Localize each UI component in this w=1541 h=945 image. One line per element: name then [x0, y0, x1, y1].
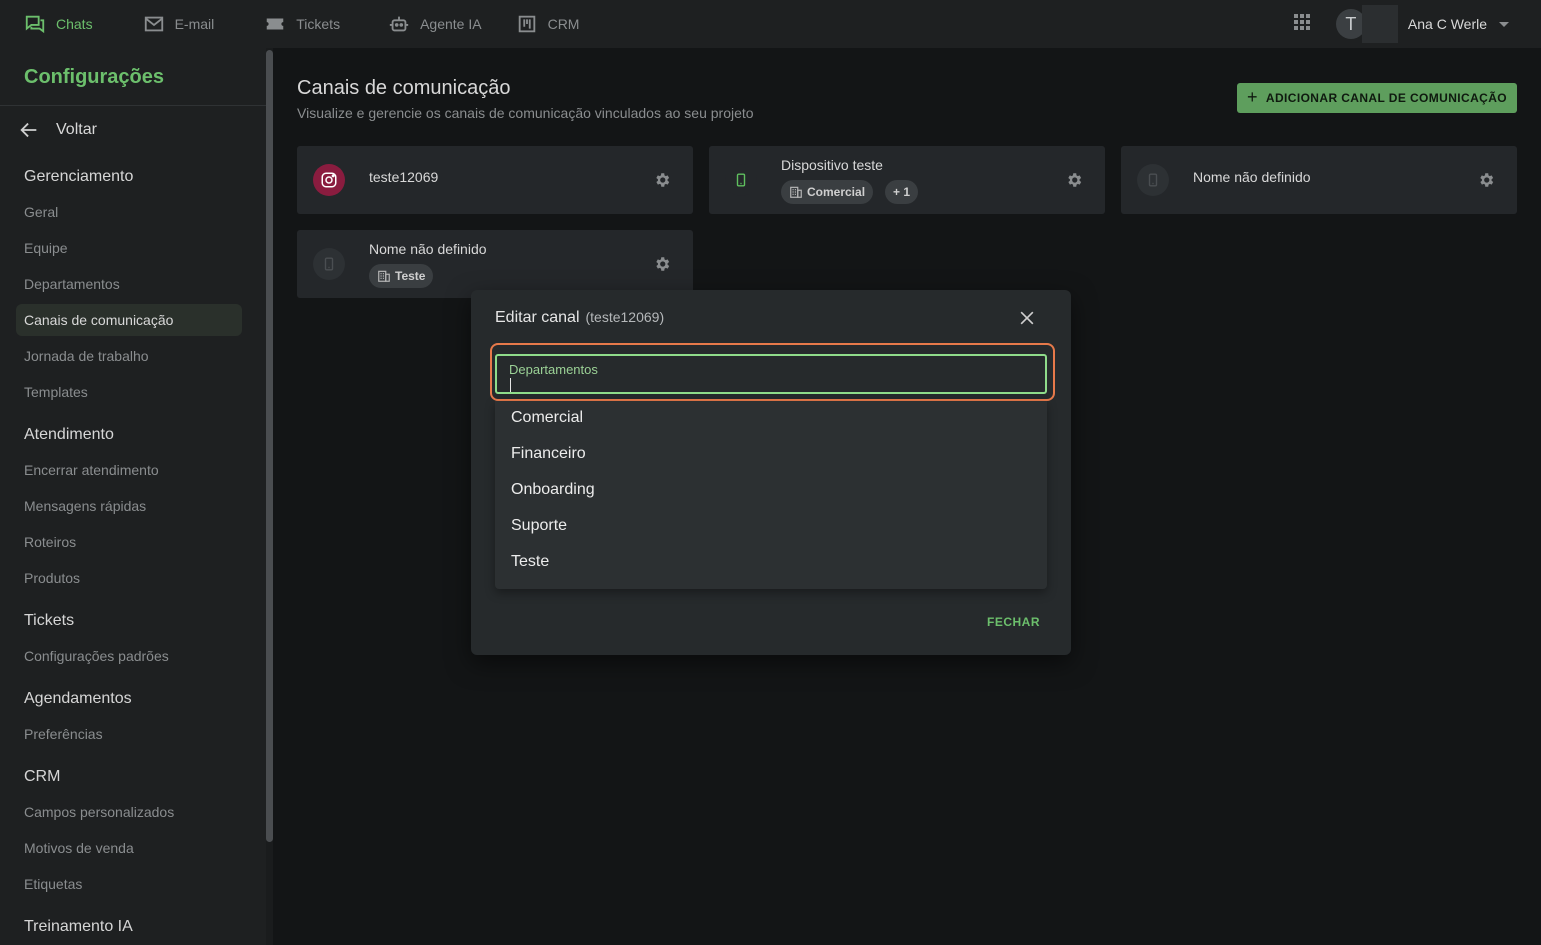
- user-menu[interactable]: T Ana C Werle: [1335, 5, 1509, 43]
- back-button[interactable]: Voltar: [18, 119, 97, 141]
- section-tickets: Tickets: [24, 612, 75, 629]
- channel-card[interactable]: Dispositivo teste Comercial + 1: [709, 146, 1105, 214]
- nav-chats-label: Chats: [56, 16, 93, 32]
- dialog-title-text: Editar canal: [495, 309, 580, 326]
- gear-icon[interactable]: [1477, 171, 1495, 189]
- kanban-icon: [518, 15, 535, 33]
- close-button[interactable]: FECHAR: [987, 615, 1040, 629]
- sidebar-item-templates[interactable]: Templates: [24, 384, 88, 400]
- more-chip[interactable]: + 1: [885, 180, 919, 204]
- nav-tickets[interactable]: Tickets: [252, 0, 352, 48]
- sidebar-item-jornada[interactable]: Jornada de trabalho: [24, 348, 149, 364]
- option-comercial[interactable]: Comercial: [511, 409, 583, 427]
- channel-card[interactable]: teste12069: [297, 146, 693, 214]
- dialog-subtitle: (teste12069): [585, 309, 665, 325]
- gear-icon[interactable]: [653, 255, 671, 273]
- phone-icon: [313, 248, 345, 280]
- section-gerenciamento: Gerenciamento: [24, 168, 134, 185]
- section-crm: CRM: [24, 768, 61, 785]
- sidebar-item-campos[interactable]: Campos personalizados: [24, 804, 174, 820]
- nav-crm[interactable]: CRM: [504, 0, 592, 48]
- departamentos-field[interactable]: Departamentos: [495, 354, 1047, 394]
- apps-grid-icon[interactable]: [1292, 12, 1312, 37]
- phone-icon: [1137, 164, 1169, 196]
- section-treinamento-ia: Treinamento IA: [24, 918, 133, 935]
- section-agendamentos: Agendamentos: [24, 690, 132, 707]
- sidebar: Configurações Voltar Gerenciamento Geral…: [0, 48, 266, 945]
- user-name: Ana C Werle: [1407, 16, 1487, 32]
- plus-icon: +: [1246, 86, 1258, 107]
- sidebar-item-etiquetas[interactable]: Etiquetas: [24, 876, 82, 892]
- option-financeiro[interactable]: Financeiro: [511, 445, 586, 463]
- mail-icon: [144, 16, 163, 32]
- sidebar-item-encerrar[interactable]: Encerrar atendimento: [24, 462, 159, 478]
- gear-icon[interactable]: [653, 171, 671, 189]
- channel-name: Dispositivo teste: [781, 157, 883, 173]
- robot-icon: [389, 16, 409, 32]
- chip-label: Teste: [395, 269, 426, 283]
- sidebar-item-departamentos[interactable]: Departamentos: [24, 276, 120, 292]
- sidebar-item-geral[interactable]: Geral: [24, 204, 58, 220]
- divider: [0, 105, 266, 106]
- back-label: Voltar: [56, 121, 97, 138]
- page-subtitle: Visualize e gerencie os canais de comuni…: [297, 105, 754, 121]
- channel-card[interactable]: Nome não definido Teste: [297, 230, 693, 298]
- departamentos-input[interactable]: [511, 374, 1035, 394]
- building-icon: [790, 186, 802, 198]
- close-icon[interactable]: [1017, 308, 1037, 328]
- nav-agente-ia-label: Agente IA: [420, 16, 482, 32]
- add-channel-label: ADICIONAR CANAL DE COMUNICAÇÃO: [1265, 91, 1508, 105]
- channel-name: Nome não definido: [1193, 169, 1311, 185]
- channel-name: Nome não definido: [369, 241, 487, 257]
- gear-icon[interactable]: [1065, 171, 1083, 189]
- sidebar-scrollbar-thumb[interactable]: [266, 50, 273, 842]
- instagram-icon: [313, 164, 345, 196]
- sidebar-item-preferencias[interactable]: Preferências: [24, 726, 103, 742]
- add-channel-button[interactable]: + ADICIONAR CANAL DE COMUNICAÇÃO: [1237, 83, 1517, 113]
- building-icon: [378, 270, 390, 282]
- nav-email[interactable]: E-mail: [131, 0, 227, 48]
- dialog-title: Editar canal (teste12069): [495, 309, 664, 327]
- top-bar: Chats E-mail Tickets Agente IA CRM T Ana…: [0, 0, 1541, 48]
- sidebar-item-mensagens[interactable]: Mensagens rápidas: [24, 498, 146, 514]
- arrow-left-icon: [20, 122, 37, 138]
- nav-agente-ia[interactable]: Agente IA: [376, 0, 494, 48]
- sidebar-item-canais[interactable]: Canais de comunicação: [16, 304, 242, 336]
- chevron-down-icon: [1499, 21, 1509, 27]
- section-atendimento: Atendimento: [24, 426, 114, 443]
- sidebar-item-config-padroes[interactable]: Configurações padrões: [24, 648, 169, 664]
- nav-chats[interactable]: Chats: [12, 0, 105, 48]
- departamentos-dropdown: Comercial Financeiro Onboarding Suporte …: [495, 401, 1047, 589]
- channel-name: teste12069: [369, 169, 439, 185]
- sidebar-item-roteiros[interactable]: Roteiros: [24, 534, 76, 550]
- channel-card[interactable]: Nome não definido: [1121, 146, 1517, 214]
- chip-label: Comercial: [807, 185, 866, 199]
- department-chip: Comercial: [781, 180, 874, 204]
- sidebar-item-equipe[interactable]: Equipe: [24, 240, 68, 256]
- nav-email-label: E-mail: [174, 16, 215, 32]
- nav-crm-label: CRM: [547, 16, 580, 32]
- option-suporte[interactable]: Suporte: [511, 517, 567, 535]
- sidebar-item-motivos[interactable]: Motivos de venda: [24, 840, 134, 856]
- sidebar-title: Configurações: [24, 66, 165, 88]
- topbar-right: T Ana C Werle: [1292, 0, 1509, 48]
- avatar-photo: [1361, 5, 1398, 43]
- chat-icon: [25, 15, 45, 34]
- nav-tickets-label: Tickets: [296, 16, 341, 32]
- page-title: Canais de comunicação: [297, 77, 511, 99]
- department-chip: Teste: [369, 264, 434, 288]
- sidebar-item-produtos[interactable]: Produtos: [24, 570, 80, 586]
- ticket-icon: [267, 18, 284, 30]
- edit-channel-dialog: Editar canal (teste12069) Departamentos C…: [471, 290, 1071, 655]
- phone-icon: [725, 164, 757, 196]
- option-teste[interactable]: Teste: [511, 553, 549, 571]
- option-onboarding[interactable]: Onboarding: [511, 481, 595, 499]
